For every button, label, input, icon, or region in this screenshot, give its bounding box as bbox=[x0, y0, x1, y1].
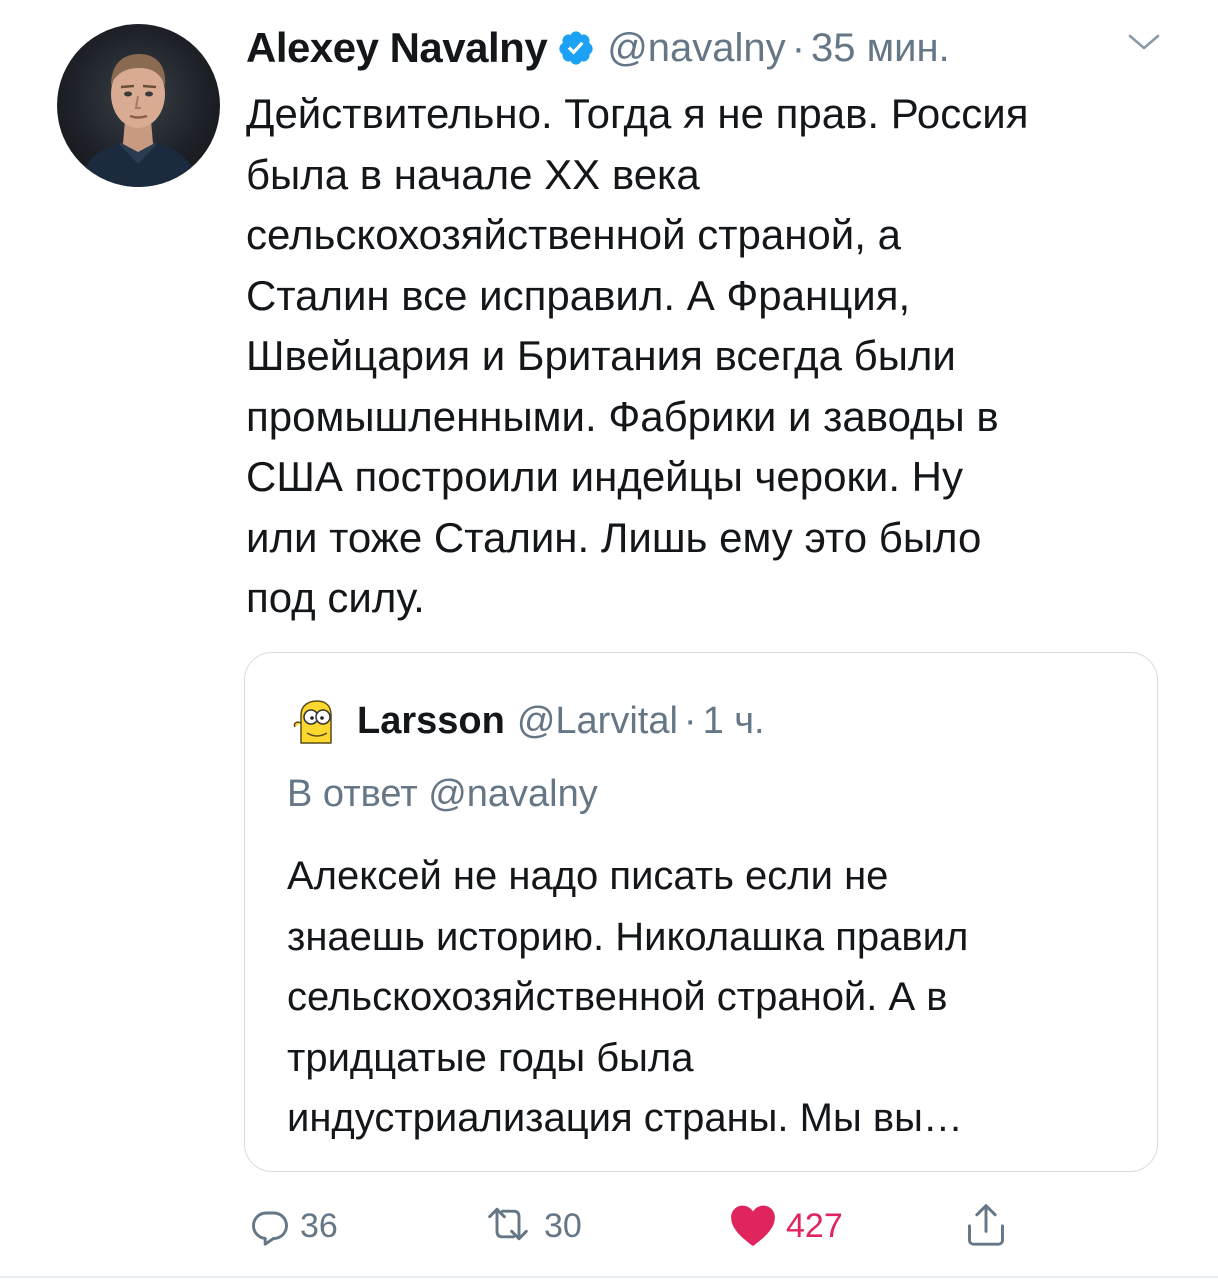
tweet-text-line: промышленными. Фабрики и заводы в bbox=[246, 392, 999, 440]
author-handle[interactable]: @navalny bbox=[607, 26, 785, 71]
tweet-text: Действительно. Тогда я не прав. Россия б… bbox=[246, 84, 1176, 629]
quoted-text-line: знаешь историю. Николашка правил bbox=[287, 914, 969, 959]
meta-separator: · bbox=[791, 25, 806, 70]
quoted-text-line: тридцатые годы была bbox=[287, 1035, 694, 1080]
retweet-count: 30 bbox=[544, 1206, 582, 1245]
quoted-text-line: сельскохозяйственной страной. А в bbox=[287, 975, 948, 1019]
tweet-header: Alexey Navalny @navalny · 35 мин. bbox=[246, 20, 950, 76]
quoted-author-avatar bbox=[287, 693, 343, 749]
quoted-text-line: индустриализация страны. Мы вы… bbox=[287, 1096, 963, 1140]
quoted-text-line: Алексей не надо писать если не bbox=[287, 854, 889, 898]
share-button[interactable] bbox=[964, 1196, 1008, 1256]
tweet-text-line: Сталин все исправил. А Франция, bbox=[246, 271, 911, 319]
tweet-text-line: сельскохозяйственной страной, а bbox=[246, 211, 901, 258]
reply-to-label: В ответ @navalny bbox=[287, 773, 598, 815]
tweet-text-line: Швейцария и Британия всегда были bbox=[246, 332, 956, 379]
chevron-down-icon[interactable] bbox=[1126, 30, 1162, 54]
tweet[interactable]: Alexey Navalny @navalny · 35 мин. Действ… bbox=[0, 0, 1218, 1280]
quoted-tweet-header: Larsson @Larvital · 1 ч. bbox=[287, 693, 765, 749]
retweet-button[interactable]: 30 bbox=[480, 1196, 582, 1256]
reply-icon bbox=[248, 1202, 292, 1251]
quoted-author-name[interactable]: Larsson bbox=[357, 700, 505, 743]
quoted-tweet-card[interactable]: Larsson @Larvital · 1 ч. В ответ @navaln… bbox=[244, 652, 1158, 1172]
tweet-actions: 36 30 427 bbox=[246, 1196, 1046, 1256]
quoted-tweet-text: Алексей не надо писать если не знаешь ис… bbox=[287, 846, 1147, 1149]
quoted-tweet-timestamp: 1 ч. bbox=[702, 699, 765, 742]
reply-button[interactable]: 36 bbox=[248, 1196, 338, 1256]
author-avatar[interactable] bbox=[57, 24, 220, 187]
tweet-text-line: Действительно. Тогда я не прав. Россия bbox=[246, 90, 1029, 137]
divider bbox=[0, 1276, 1218, 1278]
share-icon bbox=[964, 1200, 1008, 1253]
verified-badge-icon bbox=[557, 29, 595, 67]
quoted-meta-separator: · bbox=[683, 699, 697, 742]
tweet-text-line: под силу. bbox=[246, 574, 425, 621]
like-count: 427 bbox=[786, 1206, 843, 1245]
reply-count: 36 bbox=[300, 1206, 338, 1245]
tweet-text-line: или тоже Сталин. Лишь ему это было bbox=[246, 513, 982, 561]
author-name[interactable]: Alexey Navalny bbox=[246, 24, 548, 72]
heart-icon bbox=[728, 1201, 778, 1252]
retweet-icon bbox=[480, 1202, 536, 1251]
tweet-timestamp[interactable]: 35 мин. bbox=[811, 26, 950, 71]
like-button[interactable]: 427 bbox=[728, 1196, 843, 1256]
tweet-text-line: была в начале XX века bbox=[246, 150, 700, 198]
quoted-author-handle[interactable]: @Larvital bbox=[517, 700, 678, 743]
tweet-text-line: США построили индейцы чероки. Ну bbox=[246, 453, 964, 500]
